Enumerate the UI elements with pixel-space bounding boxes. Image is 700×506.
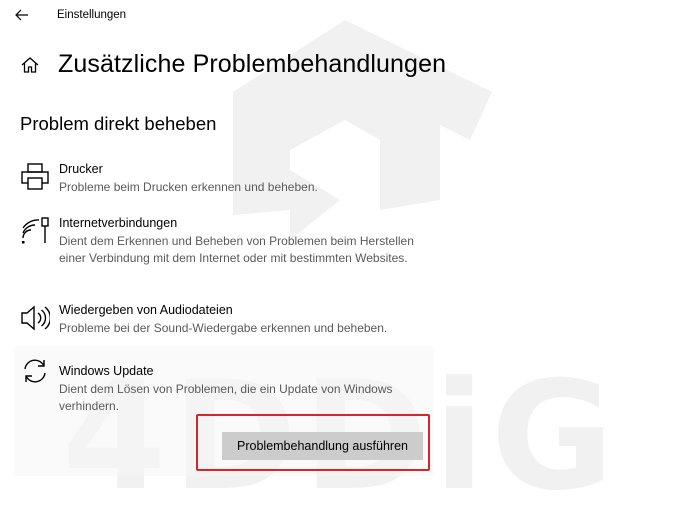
window-title: Einstellungen — [57, 9, 127, 21]
back-arrow-icon — [15, 9, 28, 21]
troubleshooter-audio[interactable]: Wiedergeben von Audiodateien Probleme be… — [14, 303, 434, 339]
home-icon[interactable] — [20, 55, 40, 75]
item-description: Dient dem Erkennen und Beheben von Probl… — [59, 234, 414, 265]
item-name: Wiedergeben von Audiodateien — [59, 303, 233, 317]
run-troubleshooter-button[interactable]: Problembehandlung ausführen — [222, 432, 423, 460]
sync-icon — [24, 359, 46, 383]
troubleshooter-internet[interactable]: Internetverbindungen Dient dem Erkennen … — [14, 216, 434, 286]
page-header: Zusätzliche Problembehandlungen — [20, 50, 446, 79]
item-description: Dient dem Lösen von Problemen, die ein U… — [59, 382, 393, 413]
network-icon — [22, 217, 49, 244]
printer-icon — [21, 163, 49, 190]
item-name: Internetverbindungen — [59, 216, 178, 230]
title-bar: Einstellungen — [0, 0, 700, 30]
back-button[interactable] — [12, 5, 32, 25]
speaker-icon — [21, 305, 50, 331]
item-name: Drucker — [59, 162, 103, 176]
troubleshooter-printer[interactable]: Drucker Probleme beim Drucken erkennen u… — [14, 162, 434, 198]
item-description: Probleme bei der Sound-Wiedergabe erkenn… — [59, 321, 388, 335]
page-title: Zusätzliche Problembehandlungen — [58, 50, 447, 78]
section-title: Problem direkt beheben — [20, 113, 217, 134]
item-description: Probleme beim Drucken erkennen und beheb… — [59, 180, 318, 194]
item-name: Windows Update — [59, 364, 154, 378]
